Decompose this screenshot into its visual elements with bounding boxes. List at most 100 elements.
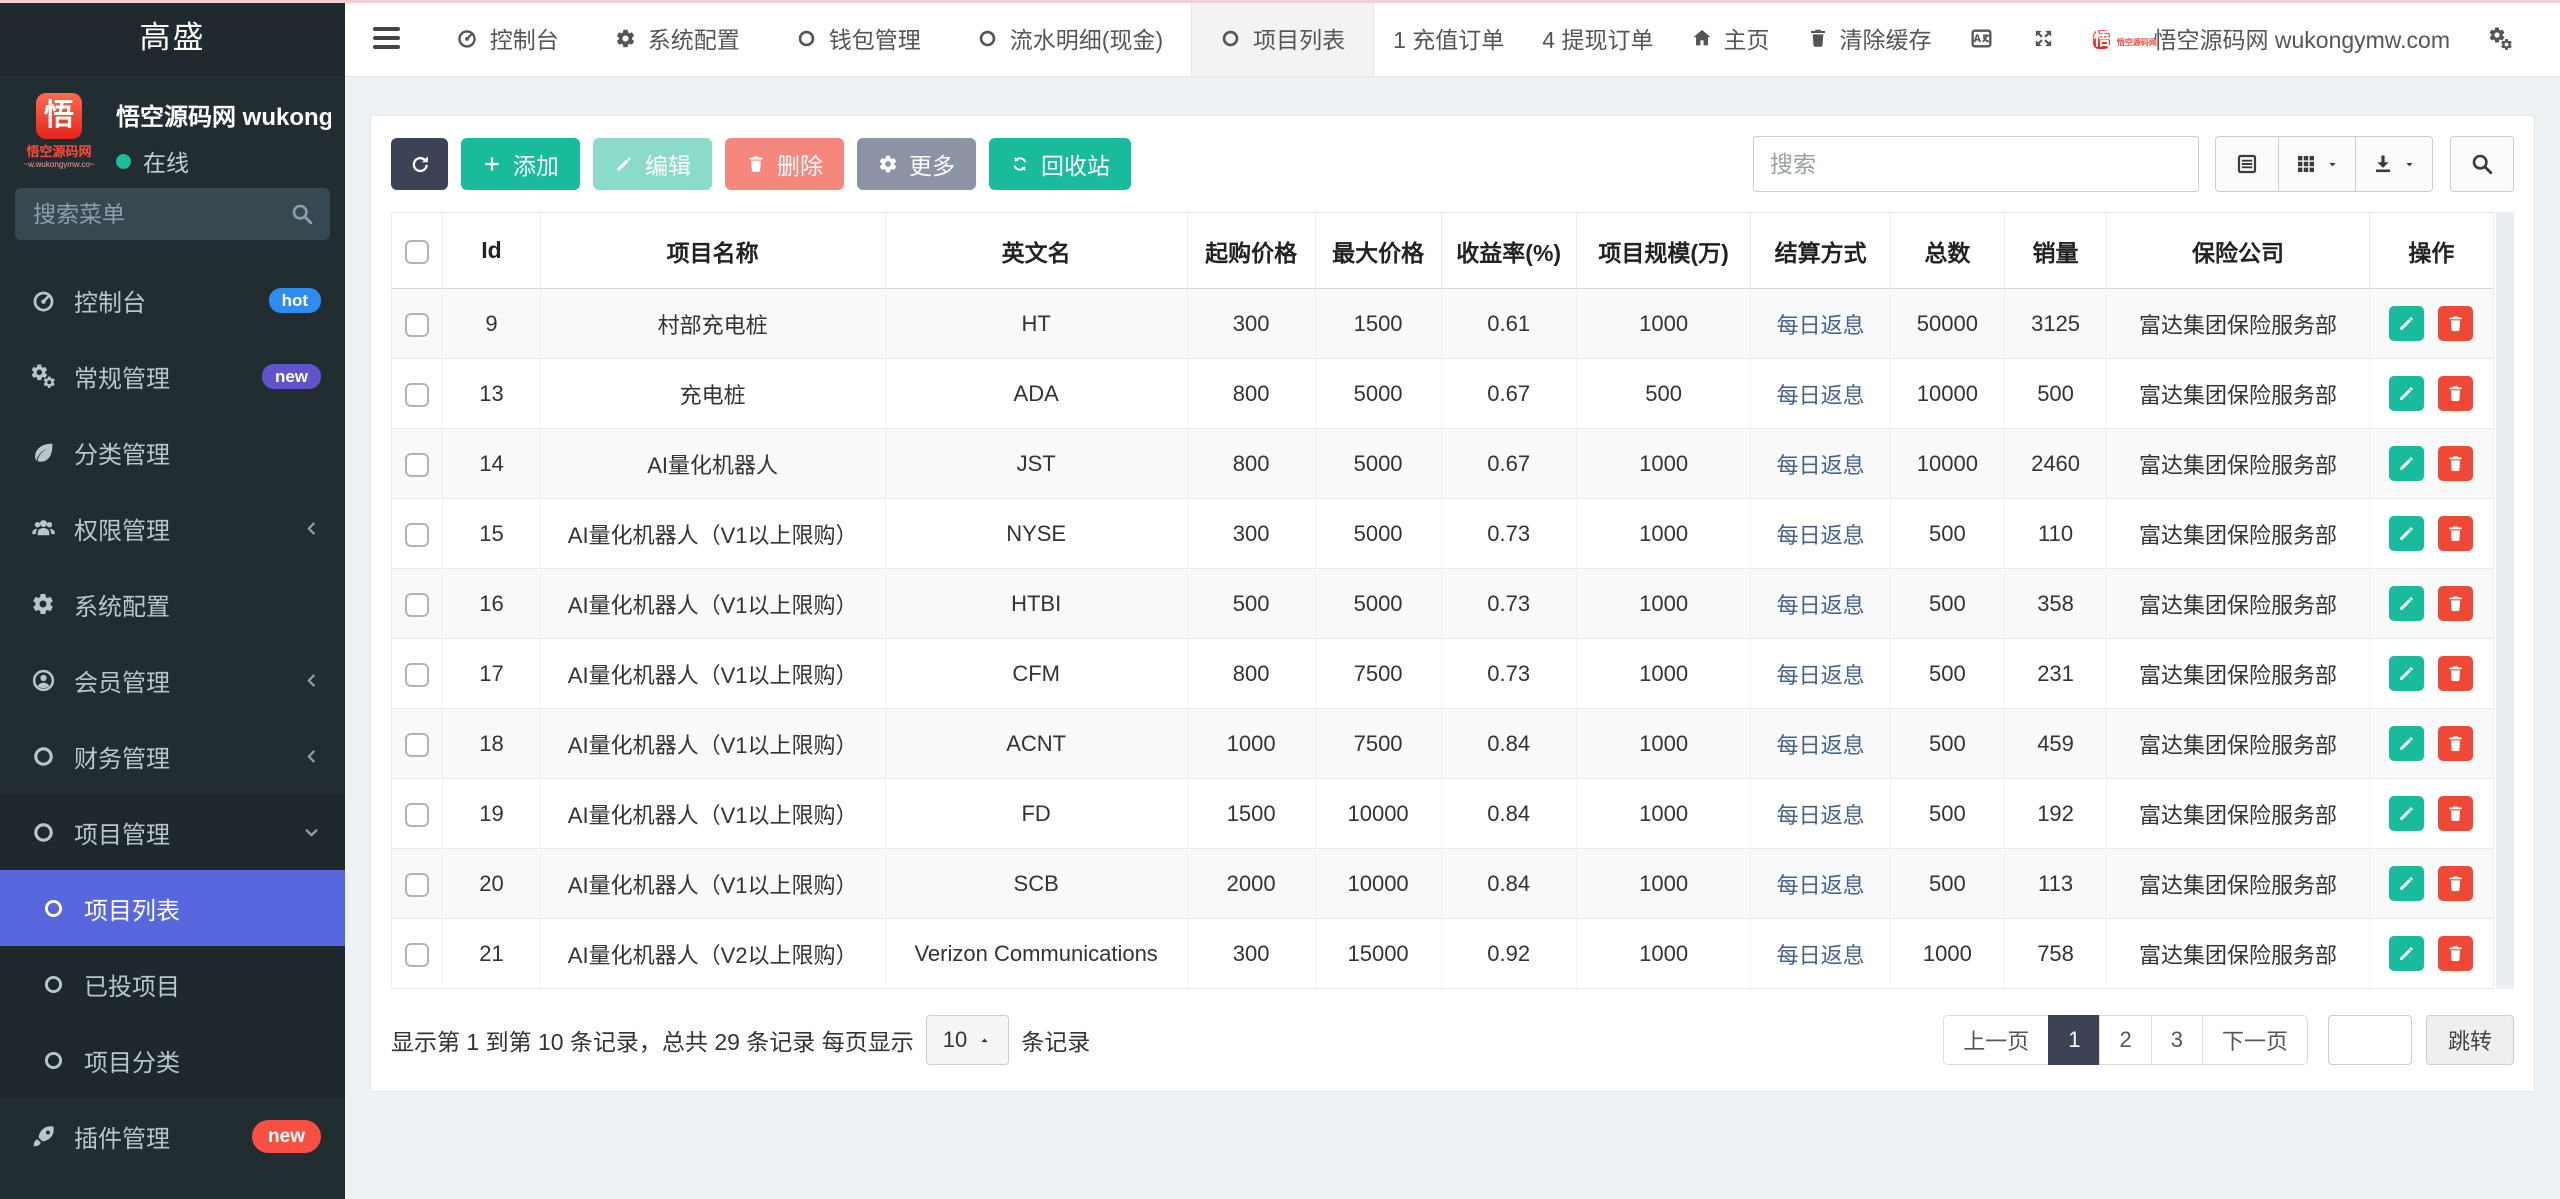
col-en-name[interactable]: 英文名 [885, 213, 1187, 289]
row-checkbox[interactable] [405, 803, 429, 827]
col-min-price[interactable]: 起购价格 [1187, 213, 1315, 289]
row-checkbox[interactable] [405, 453, 429, 477]
add-button[interactable]: 添加 [461, 138, 580, 190]
language-button[interactable] [1950, 26, 2013, 51]
recycle-bin-button[interactable]: 回收站 [989, 138, 1131, 190]
sidebar-item-projects[interactable]: 项目管理 [0, 794, 345, 870]
row-edit-button[interactable] [2389, 726, 2424, 761]
table-row[interactable]: 9 村部充电桩 HT 300 1500 0.61 1000 每日返息 50000… [392, 289, 2494, 359]
row-edit-button[interactable] [2389, 376, 2424, 411]
sidebar-item-category[interactable]: 分类管理 [0, 414, 345, 490]
row-edit-button[interactable] [2389, 516, 2424, 551]
export-button[interactable] [2355, 136, 2433, 192]
row-edit-button[interactable] [2389, 306, 2424, 341]
refresh-button[interactable] [391, 138, 448, 190]
table-row[interactable]: 18 AI量化机器人（V1以上限购） ACNT 1000 7500 0.84 1… [392, 709, 2494, 779]
settle-link[interactable]: 每日返息 [1777, 523, 1865, 548]
next-page-button[interactable]: 下一页 [2202, 1015, 2308, 1065]
col-max-price[interactable]: 最大价格 [1315, 213, 1441, 289]
table-row[interactable]: 20 AI量化机器人（V1以上限购） SCB 2000 10000 0.84 1… [392, 849, 2494, 919]
prev-page-button[interactable]: 上一页 [1943, 1015, 2049, 1065]
page-size-dropdown[interactable]: 10 [926, 1015, 1009, 1065]
row-edit-button[interactable] [2389, 586, 2424, 621]
more-button[interactable]: 更多 [857, 138, 976, 190]
row-delete-button[interactable] [2438, 936, 2473, 971]
row-delete-button[interactable] [2438, 306, 2473, 341]
sidebar-item-plugins[interactable]: 插件管理 new [0, 1098, 345, 1174]
sidebar-item-auth[interactable]: 权限管理 [0, 490, 345, 566]
sidebar-item-sysconfig[interactable]: 系统配置 [0, 566, 345, 642]
row-checkbox[interactable] [405, 943, 429, 967]
row-edit-button[interactable] [2389, 936, 2424, 971]
table-scrollbar-gutter[interactable] [2496, 212, 2514, 989]
row-edit-button[interactable] [2389, 656, 2424, 691]
row-checkbox[interactable] [405, 383, 429, 407]
settle-link[interactable]: 每日返息 [1777, 733, 1865, 758]
sidebar-item-members[interactable]: 会员管理 [0, 642, 345, 718]
row-delete-button[interactable] [2438, 446, 2473, 481]
sidebar-item-general[interactable]: 常规管理 new [0, 338, 345, 414]
columns-button[interactable] [2278, 136, 2356, 192]
table-row[interactable]: 16 AI量化机器人（V1以上限购） HTBI 500 5000 0.73 10… [392, 569, 2494, 639]
tab-cash-flow[interactable]: 流水明细(现金) [949, 0, 1191, 76]
row-delete-button[interactable] [2438, 516, 2473, 551]
settle-link[interactable]: 每日返息 [1777, 663, 1865, 688]
jump-page-input[interactable] [2328, 1015, 2412, 1065]
settle-link[interactable]: 每日返息 [1777, 803, 1865, 828]
row-delete-button[interactable] [2438, 656, 2473, 691]
toggle-view-button[interactable] [2215, 136, 2279, 192]
jump-button[interactable]: 跳转 [2426, 1015, 2514, 1065]
col-insurer[interactable]: 保险公司 [2107, 213, 2370, 289]
settings-button[interactable] [2469, 26, 2532, 51]
row-edit-button[interactable] [2389, 866, 2424, 901]
table-row[interactable]: 15 AI量化机器人（V1以上限购） NYSE 300 5000 0.73 10… [392, 499, 2494, 569]
col-scale[interactable]: 项目规模(万) [1576, 213, 1751, 289]
menu-search-input[interactable] [15, 188, 330, 240]
col-rate[interactable]: 收益率(%) [1441, 213, 1576, 289]
row-checkbox[interactable] [405, 733, 429, 757]
clear-cache-button[interactable]: 清除缓存 [1788, 21, 1950, 55]
delete-button[interactable]: 删除 [725, 138, 844, 190]
page-button-1[interactable]: 1 [2048, 1015, 2100, 1065]
account-menu[interactable]: 悟 悟空源码网 悟空源码网 wukongymw.com [2074, 21, 2469, 55]
row-checkbox[interactable] [405, 873, 429, 897]
col-settle[interactable]: 结算方式 [1751, 213, 1890, 289]
settle-link[interactable]: 每日返息 [1777, 593, 1865, 618]
table-row[interactable]: 21 AI量化机器人（V2以上限购） Verizon Communication… [392, 919, 2494, 989]
col-sales[interactable]: 销量 [2004, 213, 2106, 289]
sidebar-item-invested-projects[interactable]: 已投项目 [0, 946, 345, 1022]
settle-link[interactable]: 每日返息 [1777, 453, 1865, 478]
table-row[interactable]: 14 AI量化机器人 JST 800 5000 0.67 1000 每日返息 1… [392, 429, 2494, 499]
row-checkbox[interactable] [405, 593, 429, 617]
row-edit-button[interactable] [2389, 446, 2424, 481]
tab-dashboard[interactable]: 控制台 [428, 0, 587, 76]
page-button-2[interactable]: 2 [2099, 1015, 2151, 1065]
edit-button[interactable]: 编辑 [593, 138, 712, 190]
table-row[interactable]: 17 AI量化机器人（V1以上限购） CFM 800 7500 0.73 100… [392, 639, 2494, 709]
row-delete-button[interactable] [2438, 726, 2473, 761]
fullscreen-button[interactable] [2013, 27, 2074, 50]
row-edit-button[interactable] [2389, 796, 2424, 831]
sidebar-item-finance[interactable]: 财务管理 [0, 718, 345, 794]
tab-project-list[interactable]: 项目列表 [1191, 0, 1374, 76]
settle-link[interactable]: 每日返息 [1777, 943, 1865, 968]
sidebar-item-dashboard[interactable]: 控制台 hot [0, 262, 345, 338]
row-delete-button[interactable] [2438, 586, 2473, 621]
table-row[interactable]: 13 充电桩 ADA 800 5000 0.67 500 每日返息 10000 … [392, 359, 2494, 429]
sidebar-toggle-button[interactable] [345, 0, 428, 76]
recharge-orders-link[interactable]: 1 充值订单 [1374, 21, 1523, 55]
col-id[interactable]: Id [443, 213, 540, 289]
row-delete-button[interactable] [2438, 866, 2473, 901]
col-name[interactable]: 项目名称 [540, 213, 885, 289]
row-delete-button[interactable] [2438, 796, 2473, 831]
tab-sysconfig[interactable]: 系统配置 [587, 0, 768, 76]
row-checkbox[interactable] [405, 313, 429, 337]
sidebar-item-project-category[interactable]: 项目分类 [0, 1022, 345, 1098]
row-delete-button[interactable] [2438, 376, 2473, 411]
advanced-search-button[interactable] [2450, 136, 2514, 192]
table-row[interactable]: 19 AI量化机器人（V1以上限购） FD 1500 10000 0.84 10… [392, 779, 2494, 849]
home-link[interactable]: 主页 [1672, 21, 1788, 55]
select-all-checkbox[interactable] [405, 240, 429, 264]
sidebar-item-project-list[interactable]: 项目列表 [0, 870, 345, 946]
row-checkbox[interactable] [405, 523, 429, 547]
